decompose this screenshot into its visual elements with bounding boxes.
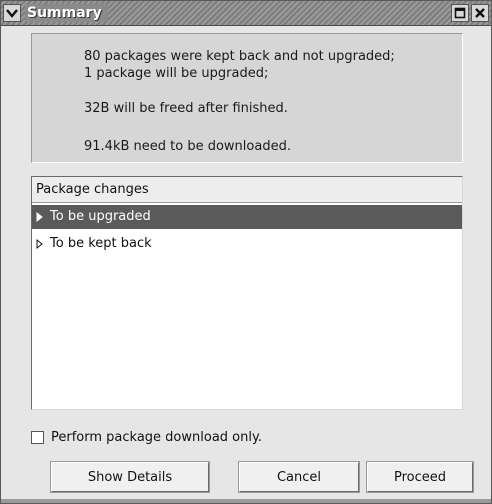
close-button[interactable]: [471, 4, 489, 22]
summary-download-size-text: 91.4kB need to be downloaded.: [84, 139, 291, 154]
chevron-down-icon: [6, 9, 18, 18]
window-menu-button[interactable]: [3, 4, 21, 22]
summary-panel: 80 packages were kept back and not upgra…: [31, 33, 463, 163]
window-bottom-border: [1, 499, 491, 503]
proceed-button[interactable]: Proceed: [367, 462, 473, 492]
list-item-label: To be kept back: [50, 236, 152, 251]
summary-upgraded-text: 1 package will be upgraded;: [84, 66, 269, 81]
list-item-to-be-upgraded[interactable]: To be upgraded: [32, 205, 462, 229]
triangle-right-icon[interactable]: [36, 239, 44, 249]
cancel-button[interactable]: Cancel: [239, 462, 359, 492]
summary-freed-text: 32B will be freed after finished.: [84, 101, 288, 116]
download-only-checkbox[interactable]: [31, 431, 44, 444]
package-changes-header[interactable]: Package changes: [32, 177, 462, 203]
title-bar[interactable]: Summary: [1, 1, 491, 26]
summary-kept-back-text: 80 packages were kept back and not upgra…: [84, 49, 395, 64]
list-item-to-be-kept-back[interactable]: To be kept back: [32, 232, 462, 256]
window-title: Summary: [25, 4, 108, 22]
maximize-icon: [454, 7, 466, 19]
maximize-button[interactable]: [451, 4, 469, 22]
package-changes-list[interactable]: Package changes To be upgraded To be kep…: [31, 176, 463, 410]
triangle-right-icon[interactable]: [36, 212, 44, 222]
list-item-label: To be upgraded: [50, 209, 151, 224]
show-details-button[interactable]: Show Details: [51, 462, 209, 492]
summary-dialog: Summary 80 packages were kept back and n…: [0, 0, 492, 504]
close-icon: [475, 8, 485, 18]
download-only-label[interactable]: Perform package download only.: [51, 429, 262, 447]
